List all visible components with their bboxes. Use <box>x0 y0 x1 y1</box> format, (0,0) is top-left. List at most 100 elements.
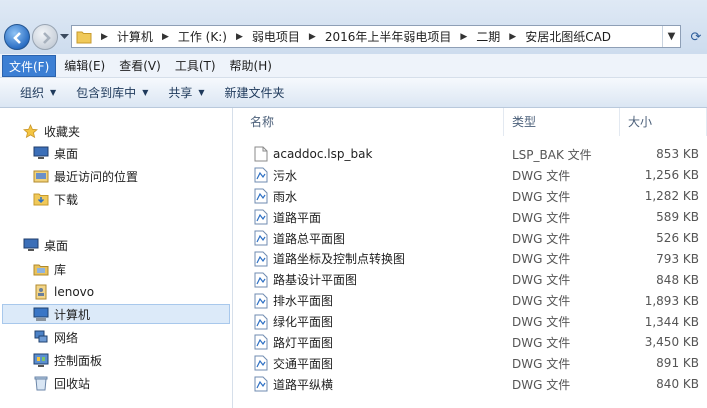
file-type: LSP_BAK 文件 <box>512 147 592 162</box>
file-size: 1,893 KB <box>644 293 699 308</box>
nav-downloads[interactable]: 下载 <box>32 189 78 209</box>
file-type: DWG 文件 <box>512 294 571 309</box>
arrow-right-icon <box>43 32 51 44</box>
caret-down-icon: ▼ <box>142 88 149 97</box>
back-button[interactable] <box>4 24 30 50</box>
nav-library[interactable]: 库 <box>32 259 66 279</box>
nav-user-folder[interactable]: lenovo <box>32 282 94 302</box>
nav-recent-places[interactable]: 最近访问的位置 <box>32 166 138 186</box>
file-type: DWG 文件 <box>512 189 571 204</box>
nav-control-panel-label: 控制面板 <box>54 353 103 368</box>
dwg-file-icon <box>254 167 268 183</box>
file-row[interactable]: 道路平纵横 DWG 文件 840 KB <box>234 374 707 395</box>
dwg-file-icon <box>254 334 268 350</box>
file-name: 道路坐标及控制点转换图 <box>273 252 406 267</box>
column-header-row: 名称 类型 大小 <box>234 108 707 136</box>
organize-label: 组织 <box>20 86 45 100</box>
new-folder-button[interactable]: 新建文件夹 <box>215 84 295 101</box>
file-row[interactable]: 路基设计平面图 DWG 文件 848 KB <box>234 269 707 290</box>
file-row[interactable]: 路灯平面图 DWG 文件 3,450 KB <box>234 332 707 353</box>
file-row[interactable]: acaddoc.lsp_bak LSP_BAK 文件 853 KB <box>234 144 707 165</box>
file-size: 793 KB <box>656 251 699 266</box>
nav-recycle-bin[interactable]: 回收站 <box>32 373 90 393</box>
dwg-file-icon <box>254 355 268 371</box>
file-name: 污水 <box>273 168 298 183</box>
file-size: 891 KB <box>656 356 699 371</box>
star-icon <box>22 123 39 139</box>
file-name: 雨水 <box>273 189 298 204</box>
user-folder-icon <box>32 284 49 300</box>
folder-icon <box>76 31 92 43</box>
file-row[interactable]: 雨水 DWG 文件 1,282 KB <box>234 186 707 207</box>
crumb-computer[interactable]: ▶ 计算机 <box>98 28 159 45</box>
computer-icon <box>32 306 49 322</box>
file-name: 道路总平面图 <box>273 231 346 246</box>
file-row[interactable]: 污水 DWG 文件 1,256 KB <box>234 165 707 186</box>
file-size: 853 KB <box>656 147 699 162</box>
crumb-drive-k[interactable]: ▶ 工作 (K:) <box>159 28 233 45</box>
menu-tools[interactable]: 工具(T) <box>169 55 222 77</box>
menu-help[interactable]: 帮助(H) <box>224 55 278 77</box>
new-folder-label: 新建文件夹 <box>224 86 285 100</box>
file-name: 路灯平面图 <box>273 335 334 350</box>
downloads-folder-icon <box>32 191 49 207</box>
nav-downloads-label: 下载 <box>54 192 79 207</box>
column-header-name[interactable]: 名称 <box>234 108 504 136</box>
file-size: 1,282 KB <box>644 189 699 204</box>
command-bar: 组织 ▼ 包含到库中 ▼ 共享 ▼ 新建文件夹 <box>0 78 707 108</box>
file-row[interactable]: 交通平面图 DWG 文件 891 KB <box>234 353 707 374</box>
nav-favorites[interactable]: 收藏夹 <box>22 121 80 141</box>
crumb-phase-two[interactable]: ▶ 二期 <box>457 28 506 45</box>
file-type: DWG 文件 <box>512 210 571 225</box>
nav-control-panel[interactable]: 控制面板 <box>32 350 102 370</box>
nav-user-folder-label: lenovo <box>54 285 95 299</box>
network-icon <box>32 329 49 345</box>
file-name-cell: 路灯平面图 <box>234 334 504 351</box>
file-name: acaddoc.lsp_bak <box>273 147 373 162</box>
file-name-cell: 雨水 <box>234 188 504 205</box>
desktop-icon <box>32 145 49 161</box>
file-type: DWG 文件 <box>512 315 571 330</box>
crumb-2016-projects[interactable]: ▶ 2016年上半年弱电项目 <box>306 28 457 45</box>
nav-favorites-label: 收藏夹 <box>44 124 81 139</box>
include-in-library-button[interactable]: 包含到库中 ▼ <box>66 84 158 101</box>
nav-library-label: 库 <box>54 262 67 277</box>
file-row[interactable]: 道路平面 DWG 文件 589 KB <box>234 207 707 228</box>
file-row[interactable]: 排水平面图 DWG 文件 1,893 KB <box>234 290 707 311</box>
address-history-dropdown[interactable]: ▼ <box>662 26 680 47</box>
file-row[interactable]: 道路总平面图 DWG 文件 526 KB <box>234 228 707 249</box>
address-bar[interactable]: ▶ 计算机 ▶ 工作 (K:) ▶ 弱电项目 ▶ 2016年上半年弱电项目 ▶ 二期 ▶ 安… <box>71 25 681 48</box>
column-header-size[interactable]: 大小 <box>620 108 707 136</box>
forward-button[interactable] <box>32 24 58 50</box>
crumb-current-folder[interactable]: ▶ 安居北图纸CAD <box>506 28 617 45</box>
menu-view[interactable]: 查看(V) <box>113 55 167 77</box>
recent-pages-dropdown-icon[interactable] <box>60 33 69 40</box>
menu-file[interactable]: 文件(F) <box>2 54 57 77</box>
nav-desktop-favorite[interactable]: 桌面 <box>32 143 78 163</box>
file-name: 绿化平面图 <box>273 315 334 330</box>
share-button[interactable]: 共享 ▼ <box>158 84 214 101</box>
nav-desktop-favorite-label: 桌面 <box>54 146 79 161</box>
dwg-file-icon <box>254 272 268 288</box>
menu-edit[interactable]: 编辑(E) <box>58 55 111 77</box>
file-type: DWG 文件 <box>512 335 571 350</box>
refresh-button[interactable]: ⟳ <box>685 27 707 47</box>
file-name-cell: 道路平面 <box>234 209 504 226</box>
navigation-pane: 收藏夹 桌面 最近访问的位置 下载 桌面 库 lenovo 计算机 网络 控制面… <box>0 108 233 408</box>
file-row[interactable]: 绿化平面图 DWG 文件 1,344 KB <box>234 311 707 332</box>
file-size: 526 KB <box>656 231 699 245</box>
column-header-type[interactable]: 类型 <box>504 108 620 136</box>
organize-button[interactable]: 组织 ▼ <box>10 84 66 101</box>
dwg-file-icon <box>254 230 268 246</box>
crumb-weak-current-projects[interactable]: ▶ 弱电项目 <box>233 28 306 45</box>
dwg-file-icon <box>254 293 268 309</box>
nav-network-label: 网络 <box>54 330 79 345</box>
nav-desktop[interactable]: 桌面 <box>22 235 68 255</box>
file-row[interactable]: 道路坐标及控制点转换图 DWG 文件 793 KB <box>234 248 707 269</box>
caret-down-icon: ▼ <box>50 88 57 97</box>
file-size: 3,450 KB <box>644 335 699 350</box>
nav-computer[interactable]: 计算机 <box>2 304 230 324</box>
nav-network[interactable]: 网络 <box>32 327 78 347</box>
file-name: 交通平面图 <box>273 356 334 371</box>
file-name: 道路平纵横 <box>273 377 334 392</box>
